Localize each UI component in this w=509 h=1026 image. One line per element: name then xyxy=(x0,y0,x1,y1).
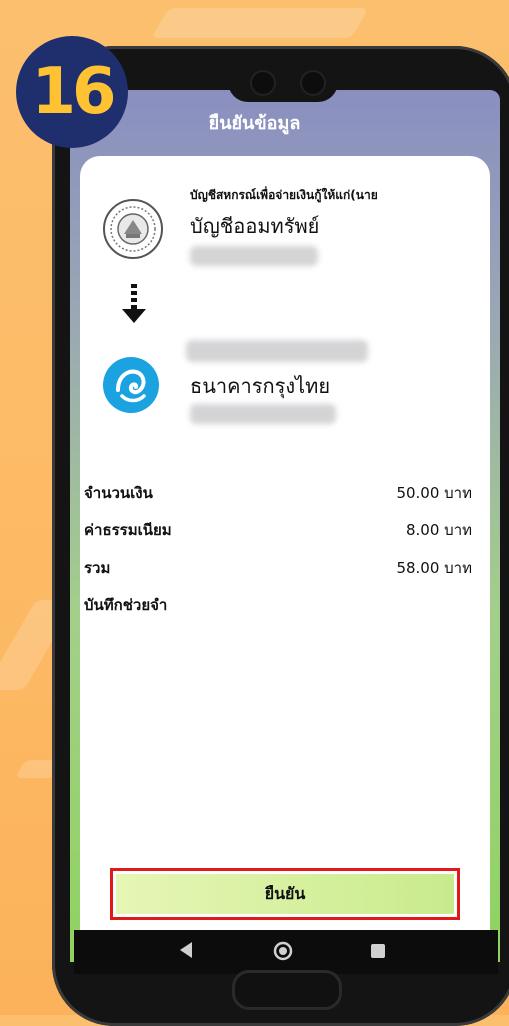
total-value: 58.00 บาท xyxy=(396,559,472,577)
confirm-card xyxy=(80,156,490,936)
source-account-type: บัญชีออมทรัพย์ xyxy=(190,214,320,238)
fee-label: ค่าธรรมเนียม xyxy=(84,521,172,539)
step-number-badge: 16 xyxy=(16,36,128,148)
back-triangle-icon[interactable] xyxy=(178,940,194,964)
confirm-button[interactable]: ยืนยัน xyxy=(116,874,454,914)
krungthai-logo-icon xyxy=(102,356,160,414)
source-account-number-redacted xyxy=(190,246,318,266)
recent-apps-icon[interactable] xyxy=(370,940,386,964)
home-circle-icon[interactable] xyxy=(272,940,294,967)
background-stripe xyxy=(151,8,369,38)
total-label: รวม xyxy=(84,559,111,577)
source-owner-name: บัญชีสหกรณ์เพื่อจ่ายเงินกู้ให้แก่(นาย xyxy=(190,188,378,202)
coop-seal-icon xyxy=(102,198,164,260)
amount-label: จำนวนเงิน xyxy=(84,484,153,502)
arrow-down-icon xyxy=(120,284,148,324)
camera-icon xyxy=(252,72,274,94)
sensor-icon xyxy=(302,72,324,94)
memo-label: บันทึกช่วยจำ xyxy=(84,596,168,614)
destination-account-name-redacted xyxy=(186,340,368,362)
destination-account-number-redacted xyxy=(190,404,336,424)
phone-home-button xyxy=(232,970,342,1010)
amount-value: 50.00 บาท xyxy=(396,484,472,502)
destination-bank-name: ธนาคารกรุงไทย xyxy=(190,374,331,398)
fee-value: 8.00 บาท xyxy=(406,521,472,539)
